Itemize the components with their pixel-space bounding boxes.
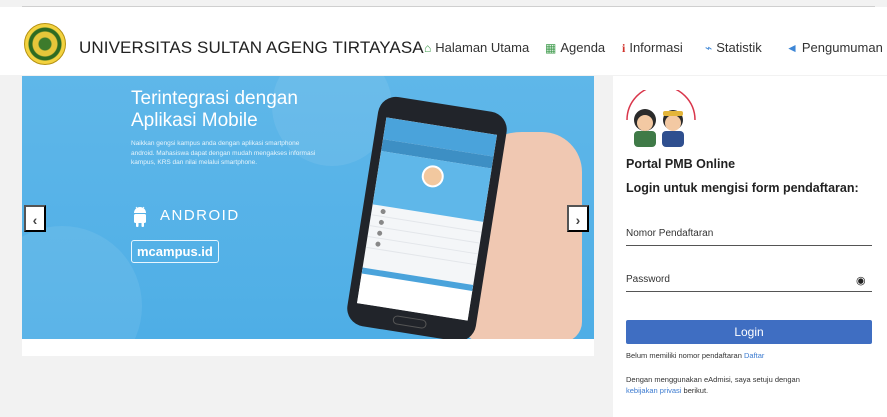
android-wordmark: ANDROID	[160, 207, 240, 224]
nav-label: Statistik	[716, 40, 762, 55]
chart-icon: ⌁	[705, 41, 713, 55]
phone-home-button	[392, 314, 428, 330]
login-subtitle: Login untuk mengisi form pendaftaran:	[626, 181, 859, 195]
megaphone-icon: ◄	[786, 41, 798, 55]
info-icon: i	[622, 41, 626, 55]
nav-halaman-utama[interactable]: ⌂ Halaman Utama	[424, 40, 529, 55]
no-account-note: Belum memiliki nomor pendaftaran Daftar	[626, 350, 764, 361]
nav-label: Halaman Utama	[435, 40, 530, 55]
slide-title: Terintegrasi dengan Aplikasi Mobile	[131, 88, 298, 132]
portal-title: Portal PMB Online	[626, 157, 736, 171]
no-account-text: Belum memiliki nomor pendaftaran	[626, 351, 742, 360]
slide-title-line2: Aplikasi Mobile	[131, 110, 258, 131]
nav-label: Pengumuman	[801, 40, 883, 55]
home-icon: ⌂	[424, 41, 432, 55]
mcampus-badge[interactable]: mcampus.id	[131, 240, 219, 263]
phone-screen-footer	[356, 267, 474, 321]
phone-avatar	[420, 163, 446, 189]
phone-screen	[356, 117, 498, 321]
carousel-prev-button[interactable]: ‹	[24, 205, 46, 232]
register-link[interactable]: Daftar	[744, 351, 764, 360]
android-icon	[134, 206, 146, 227]
decor-circle	[22, 226, 142, 339]
registration-number-input[interactable]	[626, 222, 872, 246]
privacy-policy-link[interactable]: kebijakan privasi	[626, 386, 681, 395]
password-input[interactable]	[626, 268, 872, 292]
carousel-next-button[interactable]: ›	[567, 205, 589, 232]
calendar-icon: ▦	[545, 41, 557, 55]
agreement-note: kebijakan privasi berikut.	[626, 385, 708, 396]
university-name[interactable]: UNIVERSITAS SULTAN AGENG TIRTAYASA	[79, 38, 424, 58]
nav-pengumuman[interactable]: ◄ Pengumuman	[786, 40, 883, 55]
nav-label: Agenda	[560, 40, 606, 55]
nav-agenda[interactable]: ▦ Agenda	[545, 40, 605, 55]
slide-description: Naikkan gengsi kampus anda dengan aplika…	[131, 140, 316, 166]
agreement-text: Dengan menggunakan eAdmisi, saya setuju …	[626, 375, 800, 384]
nav-statistik[interactable]: ⌁ Statistik	[705, 40, 762, 55]
login-button[interactable]: Login	[626, 320, 872, 344]
nav-informasi[interactable]: i Informasi	[622, 40, 683, 56]
mascot-illustration	[626, 90, 696, 147]
nav-label: Informasi	[629, 40, 683, 55]
university-logo[interactable]	[24, 23, 66, 65]
eye-icon[interactable]: ◉	[856, 274, 866, 287]
agreement-suffix: berikut.	[683, 386, 709, 395]
carousel-slide[interactable]: Terintegrasi dengan Aplikasi Mobile Naik…	[22, 76, 594, 339]
site-header: UNIVERSITAS SULTAN AGENG TIRTAYASA ⌂ Hala…	[0, 7, 887, 75]
slide-title-line1: Terintegrasi dengan	[131, 88, 298, 109]
